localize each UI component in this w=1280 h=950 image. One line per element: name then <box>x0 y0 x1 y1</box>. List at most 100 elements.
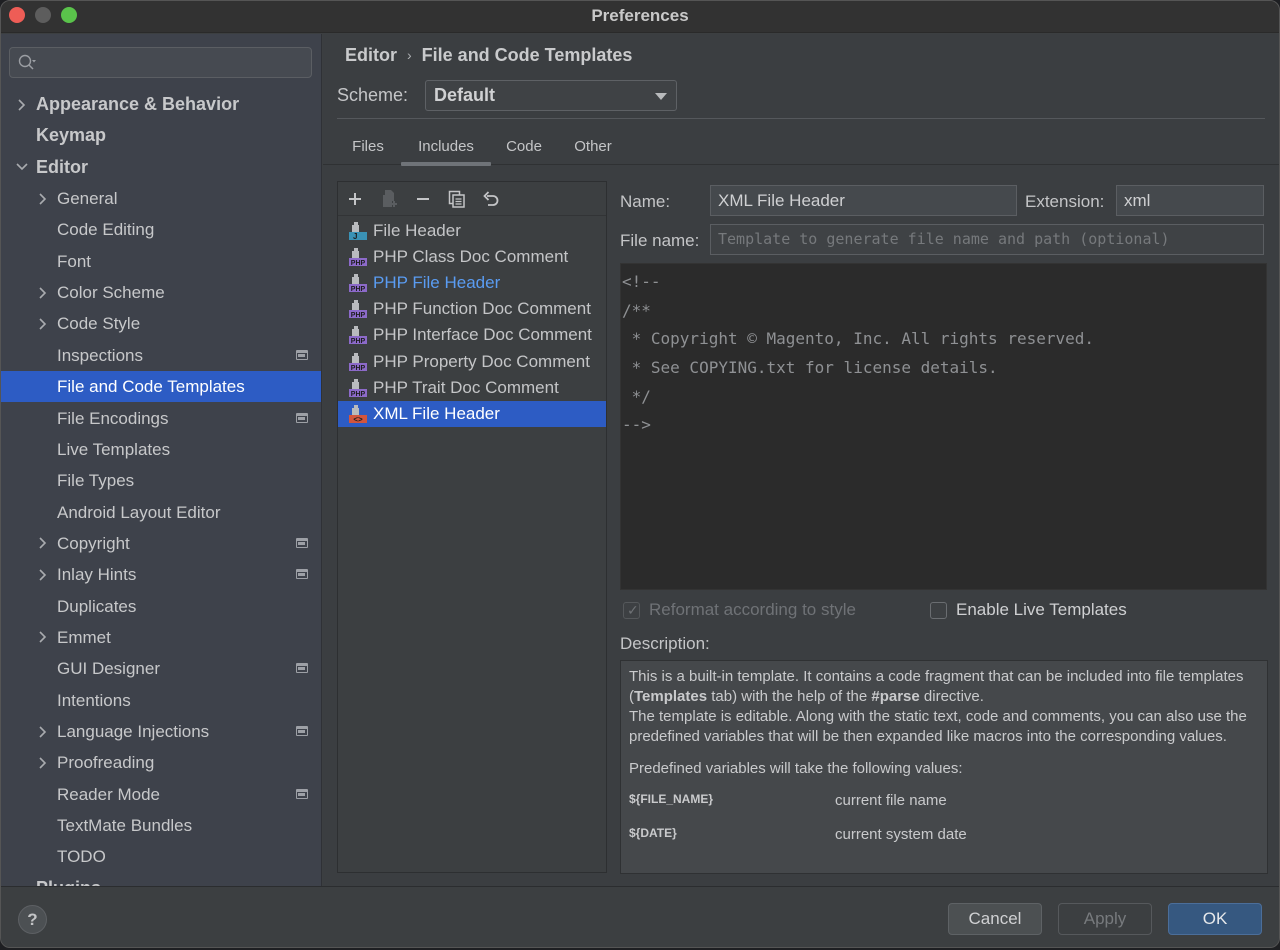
chevron-right-icon[interactable] <box>37 528 49 559</box>
apply-button[interactable]: Apply <box>1058 903 1152 935</box>
chevron-right-icon[interactable] <box>37 622 49 653</box>
breadcrumb: Editor › File and Code Templates <box>345 45 632 66</box>
sidebar-item-inlay-hints[interactable]: Inlay Hints <box>1 559 321 590</box>
project-level-icon <box>296 663 308 674</box>
chevron-right-icon[interactable] <box>37 716 49 747</box>
chevron-right-icon[interactable] <box>16 89 28 120</box>
variable-row: ${DATE} current system date <box>629 823 1259 857</box>
tab-includes[interactable]: Includes <box>401 129 491 166</box>
sidebar-item-label: Emmet <box>57 627 111 647</box>
chevron-down-icon <box>655 93 667 100</box>
sidebar-item-code-style[interactable]: Code Style <box>1 308 321 339</box>
sidebar-item-language-injections[interactable]: Language Injections <box>1 716 321 747</box>
template-label: PHP Property Doc Comment <box>373 351 590 371</box>
sidebar-item-gui-designer[interactable]: GUI Designer <box>1 653 321 684</box>
sidebar-item-file-types[interactable]: File Types <box>1 465 321 496</box>
template-label: PHP Function Doc Comment <box>373 299 591 319</box>
sidebar-item-appearance-behavior[interactable]: Appearance & Behavior <box>1 89 321 120</box>
sidebar-item-live-templates[interactable]: Live Templates <box>1 434 321 465</box>
template-list-item[interactable]: PHP PHP Trait Doc Comment <box>338 375 606 401</box>
template-list-item[interactable]: PHP PHP Function Doc Comment <box>338 296 606 322</box>
sidebar-item-code-editing[interactable]: Code Editing <box>1 214 321 245</box>
sidebar-item-plugins[interactable]: Plugins <box>1 873 321 886</box>
sidebar-item-reader-mode[interactable]: Reader Mode <box>1 779 321 810</box>
sidebar-item-label: Proofreading <box>57 753 155 773</box>
sidebar-item-proofreading[interactable]: Proofreading <box>1 747 321 778</box>
template-list-item[interactable]: PHP PHP File Header <box>338 270 606 296</box>
reset-template-button[interactable] <box>479 187 503 211</box>
sidebar-item-label: File Encodings <box>57 408 169 428</box>
template-list-item[interactable]: PHP PHP Interface Doc Comment <box>338 322 606 348</box>
reformat-checkbox[interactable]: ✓ Reformat according to style <box>623 600 856 620</box>
sidebar-item-emmet[interactable]: Emmet <box>1 622 321 653</box>
reset-icon <box>483 191 499 206</box>
help-button[interactable]: ? <box>18 905 47 934</box>
sidebar-item-label: Copyright <box>57 533 130 553</box>
code-line: --> <box>622 415 651 435</box>
breadcrumb-separator-icon: › <box>407 47 412 63</box>
svg-text:PHP: PHP <box>351 391 366 398</box>
remove-icon <box>417 198 429 200</box>
php-file-icon: PHP <box>349 378 367 398</box>
settings-search-input[interactable] <box>9 47 312 78</box>
sidebar-item-editor[interactable]: Editor <box>1 152 321 183</box>
create-child-template-button[interactable] <box>378 187 402 211</box>
sidebar-item-file-encodings[interactable]: File Encodings <box>1 403 321 434</box>
template-list-item[interactable]: J File Header <box>338 218 606 244</box>
chevron-right-icon[interactable] <box>37 747 49 778</box>
sidebar-item-duplicates[interactable]: Duplicates <box>1 591 321 622</box>
sidebar-item-file-and-code-templates[interactable]: File and Code Templates <box>1 371 321 403</box>
template-label: PHP File Header <box>373 273 501 293</box>
create-child-icon <box>383 190 397 207</box>
template-list-item[interactable]: <> XML File Header <box>338 400 606 427</box>
chevron-right-icon[interactable] <box>37 559 49 590</box>
sidebar-item-general[interactable]: General <box>1 183 321 214</box>
enable-live-templates-checkbox[interactable]: Enable Live Templates <box>930 600 1127 620</box>
template-label: PHP Class Doc Comment <box>373 247 569 267</box>
sidebar-item-copyright[interactable]: Copyright <box>1 528 321 559</box>
breadcrumb-parent[interactable]: Editor <box>345 45 397 65</box>
sidebar-item-intentions[interactable]: Intentions <box>1 685 321 716</box>
sidebar-item-font[interactable]: Font <box>1 246 321 277</box>
sidebar-item-color-scheme[interactable]: Color Scheme <box>1 277 321 308</box>
php-file-icon: PHP <box>349 326 367 345</box>
chevron-down-icon[interactable] <box>16 152 28 183</box>
description-paragraph: Predefined variables will take the follo… <box>629 760 963 777</box>
extension-input[interactable]: xml <box>1116 185 1264 216</box>
svg-text:J: J <box>353 232 357 241</box>
chevron-right-icon[interactable] <box>37 308 49 339</box>
template-list-item[interactable]: PHP PHP Class Doc Comment <box>338 244 606 270</box>
file-name-input[interactable]: Template to generate file name and path … <box>710 224 1264 255</box>
sidebar-item-textmate-bundles[interactable]: TextMate Bundles <box>1 810 321 841</box>
description-panel: This is a built-in template. It contains… <box>620 660 1268 874</box>
window-title: Preferences <box>591 6 689 25</box>
php-file-icon: PHP <box>349 274 367 293</box>
tab-files[interactable]: Files <box>345 129 391 165</box>
copy-template-button[interactable] <box>445 187 469 211</box>
template-label: XML File Header <box>373 403 500 423</box>
scheme-dropdown[interactable]: Default <box>425 80 677 111</box>
tab-other[interactable]: Other <box>567 129 619 165</box>
chevron-right-icon[interactable] <box>37 277 49 308</box>
name-input[interactable]: XML File Header <box>710 185 1017 216</box>
php-file-icon: PHP <box>349 248 367 267</box>
template-code-editor[interactable]: <!-- /** * Copyright © Magento, Inc. All… <box>620 263 1267 590</box>
sidebar-item-todo[interactable]: TODO <box>1 841 321 872</box>
sidebar-item-keymap[interactable]: Keymap <box>1 120 321 151</box>
chevron-right-icon[interactable] <box>37 183 49 214</box>
java-file-icon: J <box>349 222 367 241</box>
sidebar-item-label: Plugins <box>36 873 101 886</box>
template-list-item[interactable]: PHP PHP Property Doc Comment <box>338 349 606 375</box>
template-toolbar <box>338 182 606 216</box>
code-line: */ <box>622 386 651 406</box>
remove-template-button[interactable] <box>411 187 435 211</box>
sidebar-item-label: TODO <box>57 847 106 867</box>
cancel-button[interactable]: Cancel <box>948 903 1042 935</box>
sidebar-item-android-layout-editor[interactable]: Android Layout Editor <box>1 497 321 528</box>
sidebar-item-inspections[interactable]: Inspections <box>1 340 321 371</box>
tab-code[interactable]: Code <box>501 129 547 165</box>
sidebar-item-label: Intentions <box>57 690 131 710</box>
sidebar-item-label: File and Code Templates <box>57 377 245 397</box>
add-template-button[interactable] <box>343 187 367 211</box>
ok-button[interactable]: OK <box>1168 903 1262 935</box>
